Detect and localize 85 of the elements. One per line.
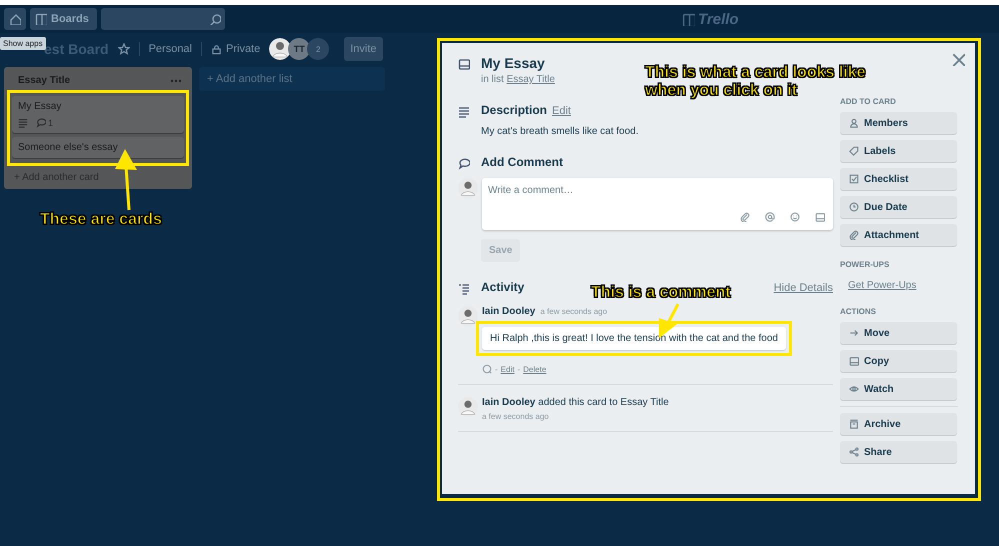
description-text: My cat's breath smells like cat food. xyxy=(481,126,640,137)
sidebar-heading: POWER-UPS xyxy=(840,260,890,269)
search-icon xyxy=(208,13,221,25)
archive-icon xyxy=(849,419,859,429)
sidebar-heading: ACTIONS xyxy=(840,307,877,316)
author-name[interactable]: Iain Dooley xyxy=(482,306,536,317)
more-icon[interactable] xyxy=(170,78,182,82)
sidebar-button[interactable]: Copy xyxy=(840,350,957,372)
paperclip-icon xyxy=(849,230,859,240)
search-field[interactable] xyxy=(100,8,225,30)
home-button[interactable] xyxy=(4,8,26,30)
comment-action-link[interactable]: Edit xyxy=(500,364,514,374)
section-heading: Activity xyxy=(481,280,524,294)
card-icon xyxy=(849,356,859,366)
card-icon[interactable] xyxy=(815,212,825,222)
share-icon xyxy=(849,447,859,457)
emoji-icon[interactable] xyxy=(790,212,800,222)
timestamp: a few seconds ago xyxy=(540,307,608,316)
arrow-icon xyxy=(849,328,859,338)
sidebar-button[interactable]: Share xyxy=(840,441,957,463)
card-title: My Essay xyxy=(18,101,62,112)
home-icon xyxy=(9,13,21,25)
logo-icon xyxy=(682,13,695,26)
team-link[interactable]: Personal xyxy=(148,43,192,55)
comment-action-link[interactable]: Delete xyxy=(523,364,546,374)
edit-link[interactable]: Edit xyxy=(552,105,571,117)
separator-dash: - xyxy=(495,364,498,374)
hide-details-link[interactable]: Hide Details xyxy=(774,282,833,294)
member-avatar[interactable]: TT xyxy=(288,38,310,60)
eye-icon xyxy=(849,384,859,394)
close-icon[interactable] xyxy=(951,52,965,66)
avatar-icon xyxy=(458,306,478,326)
annotation-text: These are cards xyxy=(40,211,162,230)
avatar-icon xyxy=(458,397,478,417)
comment-text: Hi Ralph ,this is great! I love the tension with the cat and the food xyxy=(482,327,786,350)
comment-icon xyxy=(458,158,470,170)
sidebar-button[interactable]: Checklist xyxy=(840,168,957,190)
section-heading: Description xyxy=(481,103,548,117)
checkbox-icon xyxy=(849,174,859,184)
description-icon xyxy=(458,106,470,118)
list-card[interactable]: My Essay 1 xyxy=(12,96,184,133)
list-card[interactable]: Someone else's essay xyxy=(12,137,184,158)
sidebar-button[interactable]: Due Date xyxy=(840,196,957,218)
save-button[interactable]: Save xyxy=(481,239,520,262)
lock-icon xyxy=(211,44,222,54)
logo-text: Trello xyxy=(698,11,739,28)
annotation-text: This is what a card looks like when you click on it xyxy=(645,64,866,100)
sidebar-button[interactable]: Labels xyxy=(840,140,957,162)
sidebar-heading: ADD TO CARD xyxy=(840,97,897,106)
comment-icon xyxy=(36,118,46,128)
avatar-icon xyxy=(458,178,478,198)
comment-count: 1 xyxy=(48,118,54,128)
person-icon xyxy=(849,118,859,128)
sidebar-button[interactable]: Watch xyxy=(840,378,957,400)
sidebar-button[interactable]: Archive xyxy=(840,413,957,435)
tag-icon xyxy=(849,146,859,156)
member-count[interactable]: 2 xyxy=(307,38,330,60)
power-ups-link[interactable]: Get Power-Ups xyxy=(848,280,916,291)
timestamp: a few seconds ago xyxy=(482,412,550,421)
card-title: Someone else's essay xyxy=(18,142,119,153)
list-title: Essay Title xyxy=(18,75,70,86)
activity-text: Iain Dooley added this card to Essay Title xyxy=(482,397,670,408)
activity-icon xyxy=(458,283,470,295)
comment-field[interactable]: Write a comment… xyxy=(482,178,833,230)
avatar-icon xyxy=(269,38,292,60)
sidebar-button[interactable]: Attachment xyxy=(840,224,957,246)
separator-dash: - xyxy=(517,364,520,374)
board-icon xyxy=(35,13,47,25)
reaction-icon[interactable] xyxy=(482,364,492,374)
privacy-button[interactable]: Private xyxy=(211,43,260,55)
annotation-text: This is a comment xyxy=(591,284,731,302)
attachment-icon[interactable] xyxy=(740,212,750,222)
add-list-button[interactable]: + Add another list xyxy=(199,67,385,91)
section-heading: Add Comment xyxy=(481,155,564,169)
invite-button[interactable]: Invite xyxy=(344,37,383,61)
sidebar-button[interactable]: Members xyxy=(840,112,957,134)
mention-icon[interactable] xyxy=(765,212,775,222)
list-link[interactable]: Essay Title xyxy=(506,74,555,85)
sidebar-button[interactable]: Move xyxy=(840,322,957,344)
boards-button[interactable]: Boards xyxy=(30,8,97,30)
tooltip: Show apps xyxy=(0,37,46,50)
clock-icon xyxy=(849,202,859,212)
star-icon[interactable] xyxy=(118,43,130,55)
card-icon xyxy=(458,58,470,70)
list-label: in list xyxy=(481,74,504,85)
